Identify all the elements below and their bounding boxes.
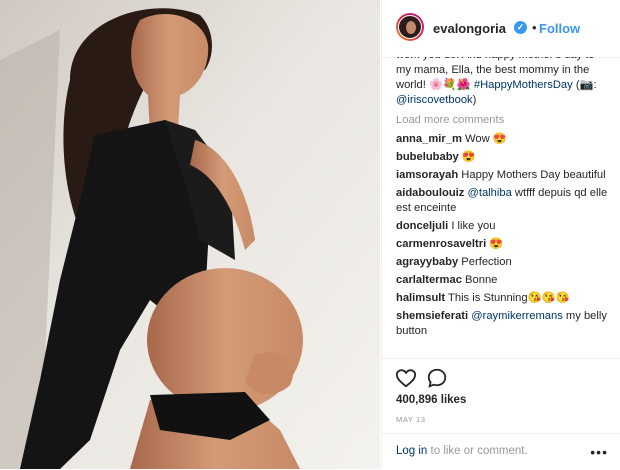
caption-credit-suffix: )	[472, 94, 477, 106]
comment-item: donceljuli I like you	[396, 219, 608, 234]
follow-button[interactable]: Follow	[539, 21, 580, 36]
post-photo[interactable]	[0, 0, 380, 469]
heart-icon[interactable]	[395, 367, 417, 389]
login-footer: Log in to like or comment. •••	[382, 433, 620, 470]
comment-text: Wow 😍	[465, 133, 507, 145]
comment-text: 😍	[489, 238, 504, 250]
comment-text: I like you	[451, 220, 496, 232]
verified-badge-icon: ✓	[514, 21, 527, 34]
load-more-comments-button[interactable]: Load more comments	[396, 113, 608, 128]
comment-item: carlaltermac Bonne	[396, 273, 608, 288]
comment-username[interactable]: donceljuli	[396, 220, 448, 232]
comment-item: iamsorayah Happy Mothers Day beautiful	[396, 168, 608, 183]
post-date[interactable]: MAY 13	[396, 415, 426, 424]
comment-mention[interactable]: @raymikerremans	[471, 310, 563, 322]
comment-text: 😍	[461, 151, 476, 163]
comment-username[interactable]: anna_mir_m	[396, 133, 462, 145]
comment-item: shemsieferati @raymikerremans my belly b…	[396, 309, 608, 339]
comment-username[interactable]: carmenrosaveltri	[396, 238, 486, 250]
comment-username[interactable]: iamsorayah	[396, 169, 458, 181]
comment-username[interactable]: shemsieferati	[396, 310, 468, 322]
comment-username[interactable]: aidaboulouiz	[396, 187, 464, 199]
more-options-icon[interactable]: •••	[590, 445, 608, 459]
action-bar	[382, 358, 620, 393]
comment-username[interactable]: carlaltermac	[396, 274, 462, 286]
login-link[interactable]: Log in	[396, 445, 427, 457]
comment-item: carmenrosaveltri 😍	[396, 237, 608, 252]
comment-text: Perfection	[461, 256, 512, 268]
comment-mention[interactable]: @talhiba	[467, 187, 511, 199]
photo-illustration	[0, 0, 380, 469]
instagram-post: evalongoria ✓ • Follow work you do. And …	[0, 0, 620, 469]
caption-hashtag[interactable]: #HappyMothersDay	[474, 79, 573, 91]
comment-item: bubelubaby 😍	[396, 150, 608, 165]
caption-mention[interactable]: @iriscovetbook	[396, 94, 473, 106]
comment-item: agrayybaby Perfection	[396, 255, 608, 270]
comment-username[interactable]: halimsult	[396, 292, 445, 304]
avatar[interactable]	[396, 13, 424, 41]
comment-text: This is Stunning😘😘😘	[448, 292, 570, 304]
header-separator: •	[532, 20, 537, 35]
caption: work you do. And happy Mother's day to m…	[396, 57, 608, 108]
post-side-panel: evalongoria ✓ • Follow work you do. And …	[381, 0, 620, 469]
login-prompt: Log in to like or comment.	[396, 445, 528, 457]
comment-username[interactable]: agrayybaby	[396, 256, 458, 268]
caption-credit-prefix: (📷:	[572, 79, 597, 91]
comment-icon[interactable]	[426, 367, 448, 389]
header-username[interactable]: evalongoria	[433, 21, 506, 36]
login-prompt-text: to like or comment.	[427, 445, 528, 457]
likes-count[interactable]: 400,896 likes	[396, 394, 466, 406]
comment-text: Bonne	[465, 274, 498, 286]
comment-text: Happy Mothers Day beautiful	[461, 169, 606, 181]
comment-username[interactable]: bubelubaby	[396, 151, 459, 163]
caption-emojis: 🌸💐🌺	[428, 79, 471, 91]
comment-item: anna_mir_m Wow 😍	[396, 132, 608, 147]
comment-item: aidaboulouiz @talhiba wtfff depuis qd el…	[396, 186, 608, 216]
comments-list[interactable]: work you do. And happy Mother's day to m…	[396, 57, 608, 358]
avatar-face	[406, 21, 416, 34]
post-header: evalongoria ✓ • Follow	[382, 0, 620, 58]
comment-item: halimsult This is Stunning😘😘😘	[396, 291, 608, 306]
avatar-image	[398, 15, 422, 39]
